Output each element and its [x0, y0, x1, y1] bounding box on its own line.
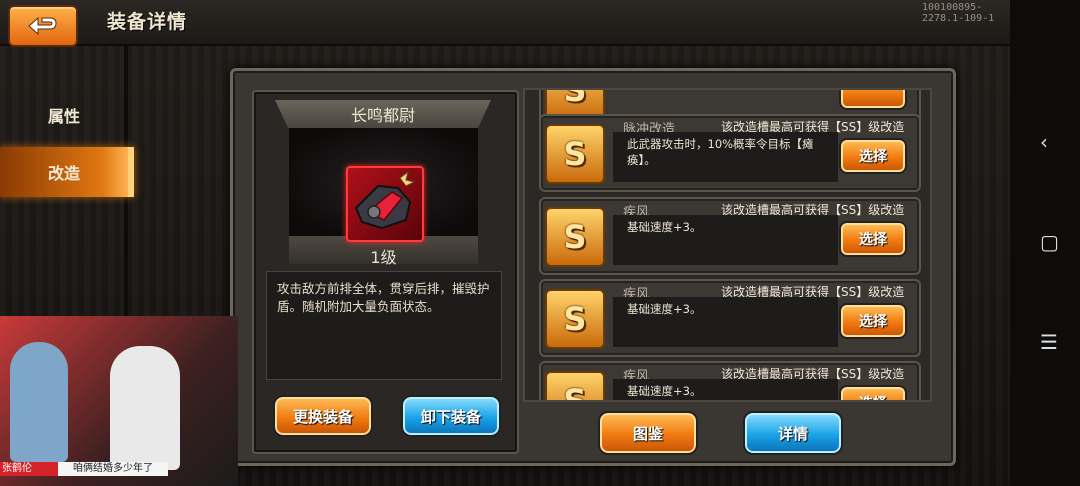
codex-button[interactable]: 图鉴: [598, 411, 698, 455]
mod-slot-effect: 基础速度+3。: [613, 379, 838, 400]
performer-figure: [10, 342, 68, 462]
select-button-partial[interactable]: [839, 90, 907, 110]
stream-host-name: 张鹤伦: [0, 462, 58, 476]
top-bar: 装备详情 100100895-2278.1-109-1: [0, 0, 1010, 47]
grade-s-icon: S: [545, 124, 605, 184]
mod-slot-row: S 疾风 该改造槽最高可获得【SS】级改造 基础速度+3。 选择: [539, 279, 921, 357]
back-button[interactable]: [8, 5, 78, 47]
mod-slot-row: S 疾风 该改造槽最高可获得【SS】级改造 基础速度+3。 选择: [539, 197, 921, 275]
equipment-description: 攻击敌方前排全体，贯穿后排，摧毁护盾。随机附加大量负面状态。: [277, 281, 490, 314]
select-button[interactable]: 选择: [839, 385, 907, 400]
tab-modification[interactable]: 改造: [0, 147, 134, 197]
performer-figure: [110, 346, 180, 470]
stream-caption: 咱俩结婚多少年了: [58, 462, 168, 476]
grade-s-icon: S: [545, 371, 605, 400]
mod-slot-effect: 基础速度+3。: [613, 215, 838, 265]
select-button[interactable]: 选择: [839, 221, 907, 257]
select-button[interactable]: 选择: [839, 303, 907, 339]
unequip-button[interactable]: 卸下装备: [401, 395, 501, 437]
select-button[interactable]: 选择: [839, 138, 907, 174]
recents-nav-icon[interactable]: ☰: [1040, 330, 1058, 354]
change-equipment-button[interactable]: 更换装备: [273, 395, 373, 437]
page-title: 装备详情: [107, 11, 188, 33]
mod-slot-row: S 疾风 该改造槽最高可获得【SS】级改造 基础速度+3。 选择: [539, 361, 921, 400]
weapon-icon[interactable]: [346, 166, 424, 242]
mod-slot-list[interactable]: S S 脉冲改造 该改造槽最高可获得【SS】级改造 此武器攻击时，10%概率令目…: [523, 88, 932, 402]
mod-slot-row: S 脉冲改造 该改造槽最高可获得【SS】级改造 此武器攻击时，10%概率令目标【…: [539, 114, 921, 192]
equipment-level: 1级: [370, 248, 397, 267]
back-nav-icon[interactable]: ‹: [1040, 130, 1048, 154]
tab-attributes[interactable]: 属性: [0, 90, 128, 140]
back-arrow-icon: [28, 16, 57, 36]
home-nav-icon[interactable]: ▢: [1040, 230, 1059, 254]
build-id: 100100895-2278.1-109-1: [922, 2, 995, 24]
detail-button[interactable]: 详情: [743, 411, 843, 455]
grade-s-icon: S: [545, 207, 605, 267]
mod-slot-effect: 此武器攻击时，10%概率令目标【瘫痪】。: [613, 132, 838, 182]
grade-s-icon: S: [545, 289, 605, 349]
mod-slot-effect: 基础速度+3。: [613, 297, 838, 347]
equipment-name: 长鸣都尉: [275, 100, 491, 128]
